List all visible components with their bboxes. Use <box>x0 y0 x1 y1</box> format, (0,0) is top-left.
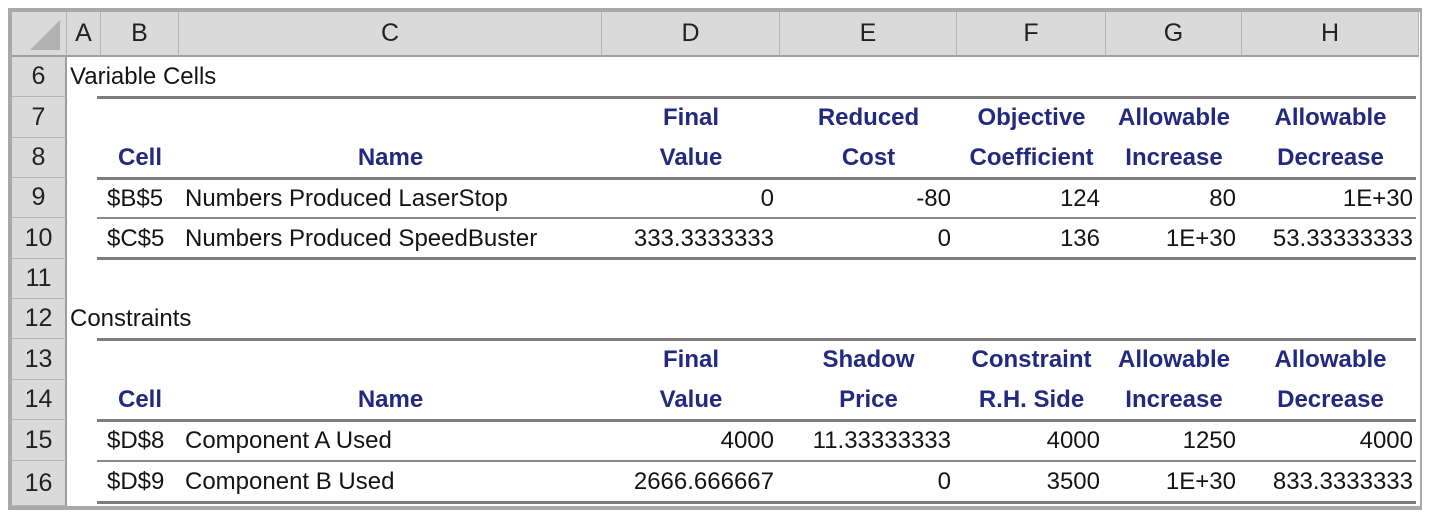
row-header-15[interactable]: 15 <box>12 420 67 461</box>
variable-cell-ref[interactable]: $B$5 <box>101 179 179 219</box>
header-final-value: Final <box>662 104 719 131</box>
spreadsheet-grid: A B C D E F G H 6 7 8 9 10 11 12 13 14 1… <box>12 12 1420 506</box>
row-header-11[interactable]: 11 <box>12 259 67 299</box>
row-header-14[interactable]: 14 <box>12 380 67 420</box>
variable-final-value[interactable]: 333.3333333 <box>602 219 780 259</box>
select-all-button[interactable] <box>12 12 67 57</box>
header-allowable-increase: Allowable <box>1117 346 1231 373</box>
constraint-shadow-price[interactable]: 0 <box>780 462 957 502</box>
header-final-value: Value <box>659 386 723 413</box>
section-title-constraints: Constraints <box>70 305 192 332</box>
variable-allowable-decrease[interactable]: 1E+30 <box>1242 179 1419 219</box>
constraint-cell-ref[interactable]: $D$9 <box>101 462 179 502</box>
row-header-7[interactable]: 7 <box>12 97 67 138</box>
row-header-13[interactable]: 13 <box>12 339 67 380</box>
row-header-12[interactable]: 12 <box>12 299 67 339</box>
row-header-10[interactable]: 10 <box>12 218 67 259</box>
constraint-name[interactable]: Component B Used <box>179 462 602 502</box>
header-constraint-rhs: R.H. Side <box>978 386 1085 413</box>
row-header-6[interactable]: 6 <box>12 57 67 97</box>
constraint-name[interactable]: Component A Used <box>179 421 602 461</box>
header-final-value: Value <box>659 144 723 171</box>
constraint-final-value[interactable]: 4000 <box>602 421 780 461</box>
variable-allowable-increase[interactable]: 1E+30 <box>1106 219 1242 259</box>
section-end-divider <box>97 501 1416 504</box>
constraint-allowable-decrease[interactable]: 4000 <box>1242 421 1419 461</box>
column-header-a[interactable]: A <box>67 12 101 57</box>
header-allowable-decrease: Allowable <box>1274 346 1387 373</box>
header-name: Name <box>357 386 424 413</box>
variable-reduced-cost[interactable]: 0 <box>780 219 957 259</box>
constraint-final-value[interactable]: 2666.666667 <box>602 462 780 502</box>
header-allowable-increase: Increase <box>1125 386 1223 413</box>
header-constraint-rhs: Constraint <box>971 346 1092 373</box>
column-header-c[interactable]: C <box>179 12 602 57</box>
header-shadow-price: Shadow <box>822 346 915 373</box>
header-cell: Cell <box>117 144 162 171</box>
header-objective-coefficient: Coefficient <box>969 144 1094 171</box>
header-allowable-increase: Allowable <box>1117 104 1231 131</box>
variable-allowable-decrease[interactable]: 53.33333333 <box>1242 219 1419 259</box>
header-objective-coefficient: Objective <box>977 104 1086 131</box>
row-header-8[interactable]: 8 <box>12 138 67 178</box>
constraint-shadow-price[interactable]: 11.33333333 <box>780 421 957 461</box>
variable-reduced-cost[interactable]: -80 <box>780 179 957 219</box>
section-title-variable-cells: Variable Cells <box>70 63 217 90</box>
constraint-rhs[interactable]: 3500 <box>957 462 1106 502</box>
column-header-g[interactable]: G <box>1106 12 1242 57</box>
header-allowable-decrease: Decrease <box>1277 144 1384 171</box>
spreadsheet-window: A B C D E F G H 6 7 8 9 10 11 12 13 14 1… <box>8 8 1422 510</box>
variable-allowable-increase[interactable]: 80 <box>1106 179 1242 219</box>
header-reduced-cost: Cost <box>841 144 896 171</box>
constraint-rhs[interactable]: 4000 <box>957 421 1106 461</box>
constraint-allowable-decrease[interactable]: 833.3333333 <box>1242 462 1419 502</box>
header-allowable-decrease: Decrease <box>1277 386 1384 413</box>
constraint-cell-ref[interactable]: $D$8 <box>101 421 179 461</box>
header-shadow-price: Price <box>839 386 898 413</box>
header-name: Name <box>357 144 424 171</box>
constraint-allowable-increase[interactable]: 1E+30 <box>1106 462 1242 502</box>
header-reduced-cost: Reduced <box>817 104 920 131</box>
row-header-16[interactable]: 16 <box>12 461 67 506</box>
row-header-9[interactable]: 9 <box>12 178 67 218</box>
select-all-triangle-icon <box>30 20 60 50</box>
variable-name[interactable]: Numbers Produced SpeedBuster <box>179 219 602 259</box>
section-end-divider <box>97 257 1416 260</box>
column-header-f[interactable]: F <box>957 12 1106 57</box>
variable-cell-ref[interactable]: $C$5 <box>101 219 179 259</box>
column-header-d[interactable]: D <box>602 12 780 57</box>
column-header-e[interactable]: E <box>780 12 957 57</box>
variable-objective-coefficient[interactable]: 124 <box>957 179 1106 219</box>
column-header-h[interactable]: H <box>1242 12 1419 57</box>
header-cell: Cell <box>117 386 162 413</box>
variable-final-value[interactable]: 0 <box>602 179 780 219</box>
variable-name[interactable]: Numbers Produced LaserStop <box>179 179 602 219</box>
variable-objective-coefficient[interactable]: 136 <box>957 219 1106 259</box>
constraint-allowable-increase[interactable]: 1250 <box>1106 421 1242 461</box>
header-allowable-decrease: Allowable <box>1274 104 1387 131</box>
column-header-b[interactable]: B <box>101 12 179 57</box>
header-final-value: Final <box>662 346 719 373</box>
header-allowable-increase: Increase <box>1125 144 1223 171</box>
